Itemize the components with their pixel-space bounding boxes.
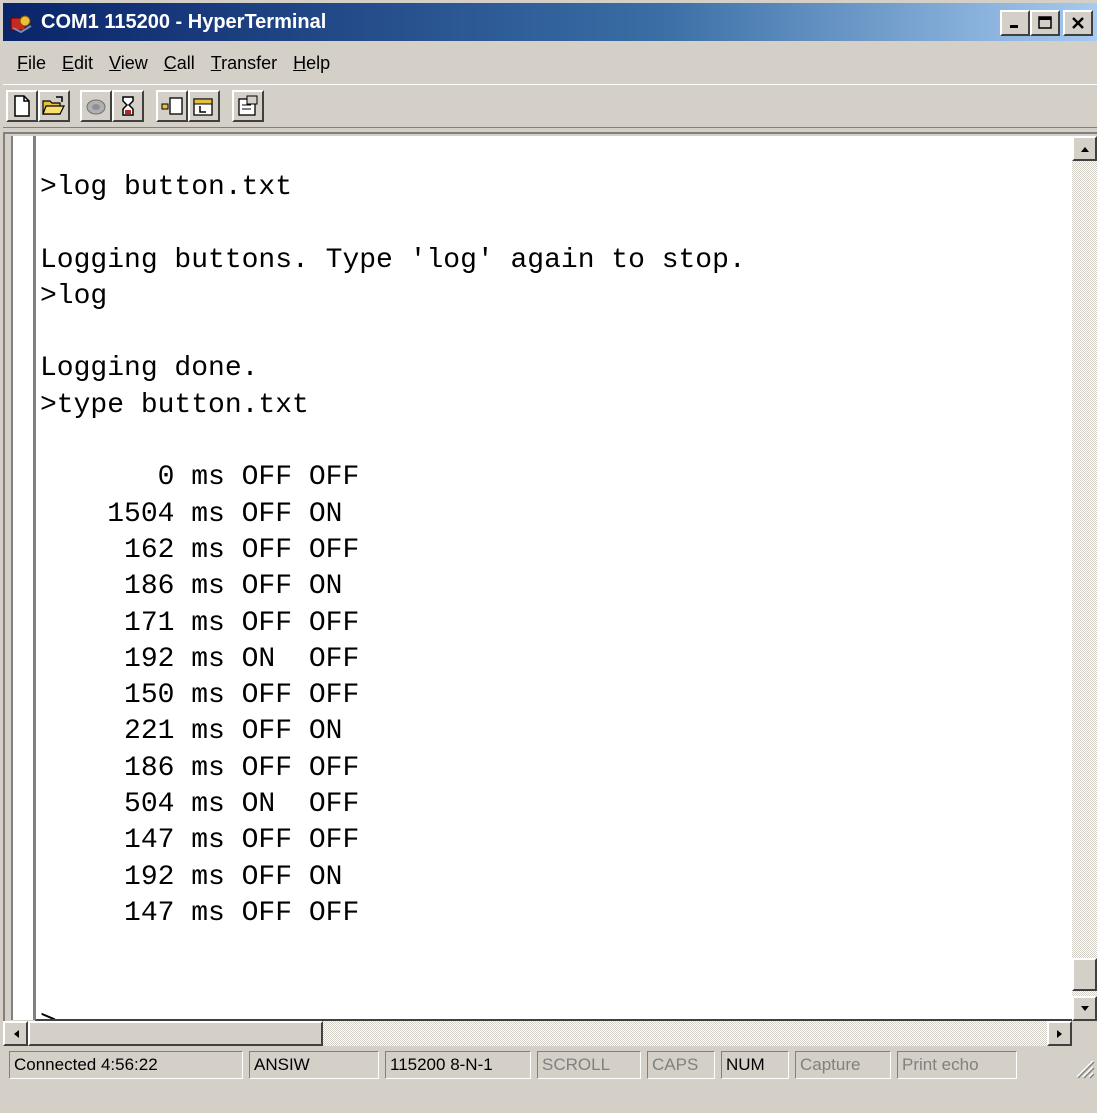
terminal-line: 150 ms OFF OFF: [40, 680, 360, 712]
maximize-button[interactable]: [1030, 10, 1060, 36]
receive-button[interactable]: [188, 90, 220, 122]
terminal-line: 0 ms OFF OFF: [40, 462, 360, 494]
minimize-icon: [1010, 25, 1018, 28]
terminal-output: >log button.txt Logging buttons. Type 'l…: [40, 170, 746, 1019]
arrow-up-icon: [1080, 146, 1089, 152]
scroll-down-button[interactable]: [1072, 996, 1097, 1021]
disconnect-button[interactable]: [112, 90, 144, 122]
close-button[interactable]: [1063, 10, 1093, 36]
status-emulation: ANSIW: [249, 1051, 379, 1079]
arrow-down-icon: [1080, 1005, 1089, 1011]
toolbar: [3, 84, 1097, 128]
hyperterminal-app-icon[interactable]: [9, 12, 35, 34]
properties-button[interactable]: [232, 90, 264, 122]
terminal-line: Logging buttons. Type 'log' again to sto…: [40, 244, 746, 276]
scroll-up-button[interactable]: [1072, 136, 1097, 161]
terminal-line: 162 ms OFF OFF: [40, 534, 360, 566]
open-icon: [42, 96, 65, 115]
horizontal-scrollbar[interactable]: [3, 1021, 1072, 1046]
terminal-line: Logging done.: [40, 353, 259, 385]
menu-help[interactable]: Help: [285, 53, 338, 74]
status-bar: Connected 4:56:22 ANSIW 115200 8-N-1 SCR…: [3, 1049, 1097, 1081]
scroll-right-button[interactable]: [1047, 1021, 1072, 1046]
terminal-line: 186 ms OFF ON: [40, 571, 343, 603]
close-icon: [1072, 17, 1084, 29]
terminal-line: 504 ms ON OFF: [40, 789, 360, 821]
terminal-margin: [11, 136, 35, 1020]
terminal-line: 171 ms OFF OFF: [40, 607, 360, 639]
maximize-icon: [1038, 16, 1052, 29]
menu-edit[interactable]: Edit: [54, 53, 101, 74]
menu-view[interactable]: View: [101, 53, 156, 74]
open-button[interactable]: [38, 90, 70, 122]
terminal-line: 1504 ms OFF ON: [40, 498, 343, 530]
status-scroll: SCROLL: [537, 1051, 641, 1079]
disconnect-icon: [122, 96, 134, 116]
send-button[interactable]: [156, 90, 188, 122]
status-print-echo: Print echo: [897, 1051, 1017, 1079]
minimize-button[interactable]: [1000, 10, 1030, 36]
terminal-line: 147 ms OFF OFF: [40, 897, 360, 929]
arrow-right-icon: [1056, 1029, 1062, 1038]
terminal-line: 186 ms OFF OFF: [40, 752, 360, 784]
terminal-screen[interactable]: >log button.txt Logging buttons. Type 'l…: [35, 136, 1072, 1021]
call-button[interactable]: [80, 90, 112, 122]
properties-icon: [238, 95, 258, 116]
status-num: NUM: [721, 1051, 789, 1079]
resize-grip-icon[interactable]: [1073, 1057, 1095, 1079]
terminal-line: >log: [40, 280, 108, 312]
status-caps: CAPS: [647, 1051, 715, 1079]
window-title: COM1 115200 - HyperTerminal: [41, 11, 327, 33]
terminal-line: >log button.txt: [40, 172, 293, 203]
terminal-line: >: [40, 1005, 746, 1019]
hyperterminal-window: COM1 115200 - HyperTerminal File Edit Vi…: [0, 0, 1097, 1113]
menu-transfer[interactable]: Transfer: [203, 53, 285, 74]
new-icon: [14, 95, 30, 117]
vertical-scroll-thumb[interactable]: [1072, 958, 1097, 991]
terminal-line: 192 ms ON OFF: [40, 643, 360, 675]
vertical-scrollbar[interactable]: [1072, 136, 1097, 1021]
menu-call[interactable]: Call: [156, 53, 203, 74]
terminal-line: 192 ms OFF ON: [40, 861, 343, 893]
new-connection-button[interactable]: [6, 90, 38, 122]
terminal-line: >type button.txt: [40, 389, 309, 421]
menu-file[interactable]: File: [9, 53, 54, 74]
status-capture: Capture: [795, 1051, 891, 1079]
arrow-left-icon: [13, 1029, 19, 1038]
receive-icon: [193, 98, 213, 116]
menu-bar: File Edit View Call Transfer Help: [3, 45, 1097, 81]
send-icon: [161, 97, 183, 115]
terminal-line: 147 ms OFF OFF: [40, 825, 360, 857]
title-bar[interactable]: COM1 115200 - HyperTerminal: [3, 3, 1097, 41]
status-connected: Connected 4:56:22: [9, 1051, 243, 1079]
terminal-line: 221 ms OFF ON: [40, 716, 343, 748]
horizontal-scroll-thumb[interactable]: [28, 1021, 323, 1046]
scroll-left-button[interactable]: [3, 1021, 28, 1046]
scrollbar-corner: [1072, 1021, 1097, 1046]
status-settings: 115200 8-N-1: [385, 1051, 531, 1079]
call-icon: [86, 99, 106, 115]
